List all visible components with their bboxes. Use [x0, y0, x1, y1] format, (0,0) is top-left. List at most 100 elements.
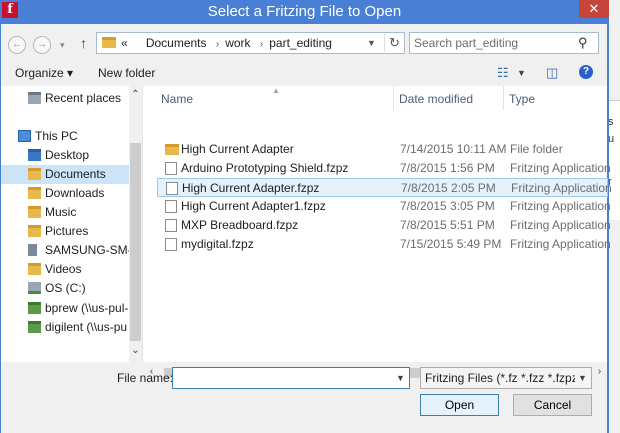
open-file-dialog: f Select a Fritzing File to Open ✕ ← → ▾…: [0, 0, 612, 433]
column-divider[interactable]: [503, 86, 504, 110]
file-type: Fritzing Application: [510, 161, 611, 175]
open-button[interactable]: Open: [420, 394, 499, 416]
chevron-right-icon[interactable]: ›: [216, 39, 219, 50]
close-button[interactable]: ✕: [579, 0, 609, 18]
file-name: Arduino Prototyping Shield.fzpz: [181, 161, 349, 175]
sidebar-item-downloads[interactable]: Downloads: [1, 184, 129, 203]
sidebar-item-videos[interactable]: Videos: [1, 260, 129, 279]
file-row[interactable]: Arduino Prototyping Shield.fzpz 7/8/2015…: [157, 159, 611, 178]
file-type-filter[interactable]: Fritzing Files (*.fz *.fzz *.fzpz *.fzb …: [420, 367, 592, 389]
up-arrow-icon: ↑: [80, 35, 87, 51]
file-type-filter-value: Fritzing Files (*.fz *.fzz *.fzpz *.fzb: [425, 371, 575, 385]
scrollbar-thumb[interactable]: [130, 143, 141, 341]
title-bar[interactable]: f Select a Fritzing File to Open ✕: [0, 0, 609, 24]
scroll-down-icon[interactable]: ⌄: [129, 345, 142, 356]
file-name-input[interactable]: [176, 371, 386, 386]
breadcrumb: « Documents › work › part_editing: [121, 36, 332, 50]
breadcrumb-part-editing[interactable]: part_editing: [269, 36, 332, 50]
new-folder-button[interactable]: New folder: [98, 66, 155, 80]
column-divider[interactable]: [393, 86, 394, 110]
file-date: 7/8/2015 3:05 PM: [400, 199, 495, 213]
breadcrumb-root-marker[interactable]: «: [121, 36, 128, 50]
view-options-icon[interactable]: ☷: [497, 65, 509, 81]
sidebar-item-label: Videos: [45, 262, 82, 276]
file-row[interactable]: High Current Adapter 7/14/2015 10:11 AM …: [157, 140, 608, 159]
sidebar-item-pictures[interactable]: Pictures: [1, 222, 129, 241]
file-icon: [165, 162, 177, 175]
file-row[interactable]: MXP Breadboard.fzpz 7/8/2015 5:51 PM Fri…: [157, 216, 611, 235]
search-input[interactable]: [414, 36, 574, 50]
navigation-scrollbar[interactable]: ⌃ ⌄: [129, 86, 142, 362]
file-name: High Current Adapter: [181, 142, 294, 156]
file-icon: [165, 200, 177, 213]
sidebar-item-digilent[interactable]: digilent (\\us-pu: [1, 318, 129, 337]
file-row[interactable]: High Current Adapter1.fzpz 7/8/2015 3:05…: [157, 197, 611, 216]
sidebar-item-label: Documents: [45, 167, 106, 181]
forward-arrow-icon: →: [37, 39, 47, 50]
scroll-right-icon[interactable]: ›: [593, 366, 606, 377]
sidebar-item-this-pc[interactable]: This PC: [1, 127, 129, 146]
file-date: 7/8/2015 1:56 PM: [400, 161, 495, 175]
up-folder-button[interactable]: ↑: [80, 35, 87, 51]
forward-button[interactable]: →: [33, 36, 51, 54]
sidebar-item-music[interactable]: Music: [1, 203, 129, 222]
file-icon: [165, 219, 177, 232]
breadcrumb-documents[interactable]: Documents: [146, 36, 207, 50]
sidebar-item-documents[interactable]: Documents: [1, 165, 129, 184]
address-bar[interactable]: « Documents › work › part_editing ▼ ↻: [96, 32, 405, 54]
sidebar-item-bprew[interactable]: bprew (\\us-pul-: [1, 299, 129, 318]
chevron-right-icon[interactable]: ›: [260, 39, 263, 50]
file-row-selected[interactable]: High Current Adapter.fzpz 7/8/2015 2:05 …: [157, 178, 612, 197]
sidebar-item-label: Music: [45, 205, 77, 219]
breadcrumb-work[interactable]: work: [225, 36, 250, 50]
file-type: Fritzing Application: [511, 181, 612, 195]
sort-ascending-icon: ▲: [272, 86, 280, 95]
file-date: 7/15/2015 5:49 PM: [400, 237, 502, 251]
search-icon[interactable]: ⚲: [578, 35, 588, 51]
refresh-icon[interactable]: ↻: [384, 34, 404, 52]
sidebar-item-label: SAMSUNG-SM-G: [45, 243, 129, 257]
pictures-folder-icon: [28, 225, 41, 237]
sidebar-item-os-c[interactable]: OS (C:): [1, 279, 129, 298]
file-type: Fritzing Application: [510, 199, 611, 213]
chevron-down-icon[interactable]: ▼: [396, 370, 405, 386]
chevron-right-icon: [137, 39, 140, 50]
sidebar-item-label: Pictures: [45, 224, 89, 238]
scroll-up-icon[interactable]: ⌃: [129, 89, 142, 100]
sidebar-item-samsung-device[interactable]: SAMSUNG-SM-G: [1, 241, 129, 260]
chevron-down-icon[interactable]: ▼: [367, 35, 376, 51]
recent-locations-dropdown-icon[interactable]: ▾: [60, 36, 65, 54]
cancel-button[interactable]: Cancel: [513, 394, 592, 416]
music-folder-icon: [28, 206, 41, 218]
computer-icon: [18, 130, 31, 142]
chevron-down-icon[interactable]: ▼: [517, 68, 526, 78]
sidebar-item-recent-places[interactable]: Recent places: [1, 89, 129, 108]
file-row[interactable]: mydigital.fzpz 7/15/2015 5:49 PM Fritzin…: [157, 235, 611, 254]
folder-icon: [102, 37, 116, 48]
sidebar-item-label: Desktop: [45, 148, 90, 162]
file-name: MXP Breadboard.fzpz: [181, 218, 299, 232]
preview-pane-icon[interactable]: ◫: [546, 65, 558, 81]
column-header-date-modified[interactable]: Date modified: [399, 92, 473, 106]
help-icon[interactable]: ?: [579, 65, 593, 79]
file-name: High Current Adapter1.fzpz: [181, 199, 326, 213]
column-header-type[interactable]: Type: [509, 92, 535, 106]
phone-icon: [28, 244, 37, 256]
drive-icon: [28, 282, 41, 294]
desktop-folder-icon: [28, 149, 41, 161]
sidebar-item-label: OS (C:): [45, 281, 86, 295]
file-date: 7/8/2015 5:51 PM: [400, 218, 495, 232]
file-type: File folder: [510, 142, 563, 156]
column-header-name[interactable]: Name: [161, 92, 193, 106]
videos-folder-icon: [28, 263, 41, 275]
file-name-combobox: ▼: [172, 367, 410, 389]
file-name-label: File name:: [117, 371, 174, 385]
dialog-body: ← → ▾ ↑ « Documents › work › part_editing …: [1, 24, 612, 433]
back-button[interactable]: ←: [8, 36, 26, 54]
documents-folder-icon: [28, 168, 41, 180]
sidebar-item-desktop[interactable]: Desktop: [1, 146, 129, 165]
file-name: mydigital.fzpz: [181, 237, 254, 251]
organize-menu[interactable]: Organize ▾: [15, 66, 73, 80]
file-date: 7/14/2015 10:11 AM: [400, 142, 507, 156]
network-drive-icon: [28, 302, 41, 314]
